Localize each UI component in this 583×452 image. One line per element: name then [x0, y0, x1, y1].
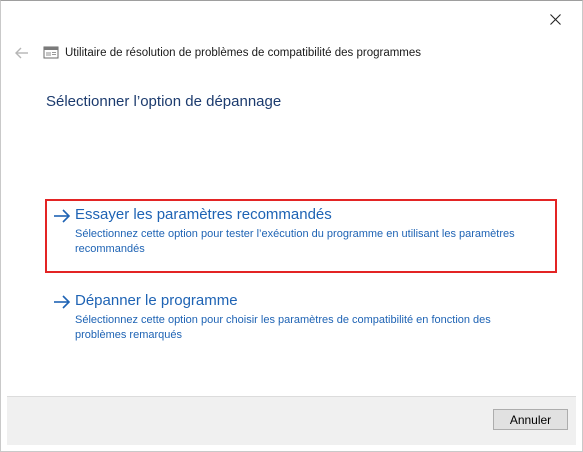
troubleshooter-app-icon — [43, 45, 59, 61]
option-try-recommended-settings[interactable]: Essayer les paramètres recommandés Sélec… — [45, 199, 557, 273]
cancel-button[interactable]: Annuler — [493, 409, 568, 430]
option-title: Dépanner le programme — [75, 292, 238, 309]
window-header: Utilitaire de résolution de problèmes de… — [11, 43, 542, 63]
option-description: Sélectionnez cette option pour choisir l… — [75, 314, 491, 341]
back-arrow-icon — [15, 47, 28, 59]
option-text: Dépanner le programme Sélectionnez cette… — [75, 291, 535, 343]
option-text: Essayer les paramètres recommandés Sélec… — [75, 205, 535, 257]
close-icon — [549, 13, 561, 25]
arrow-right-icon — [53, 292, 75, 312]
page-title: Sélectionner l’option de dépannage — [46, 93, 282, 110]
window-title: Utilitaire de résolution de problèmes de… — [65, 47, 422, 59]
arrow-right-icon — [53, 206, 75, 226]
option-troubleshoot-program[interactable]: Dépanner le programme Sélectionnez cette… — [45, 285, 557, 347]
option-title: Essayer les paramètres recommandés — [75, 206, 332, 223]
back-button[interactable] — [11, 44, 33, 62]
troubleshooter-window: Utilitaire de résolution de problèmes de… — [0, 0, 583, 452]
dialog-footer: Annuler — [7, 396, 576, 445]
close-button[interactable] — [532, 5, 578, 33]
option-description: Sélectionnez cette option pour tester l’… — [75, 228, 515, 255]
